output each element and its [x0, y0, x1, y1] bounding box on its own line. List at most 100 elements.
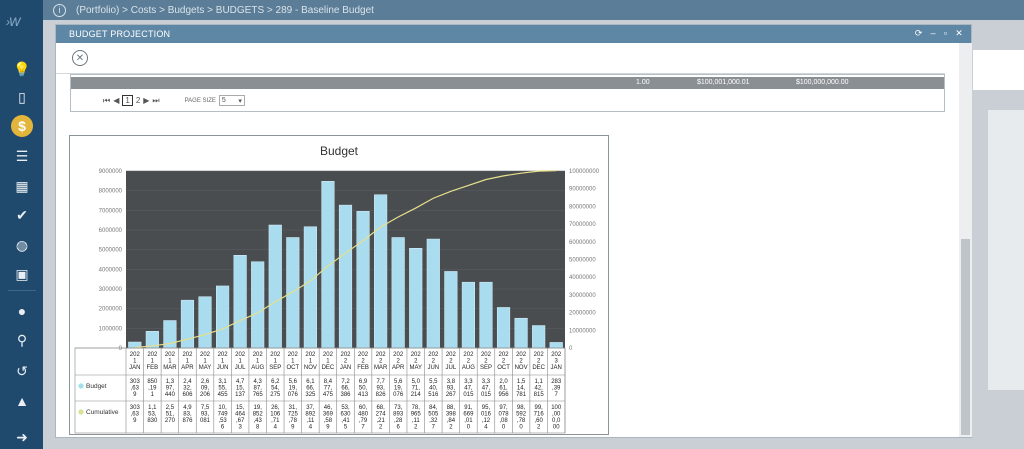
- table-cell: 8,4 77, 475: [323, 379, 334, 398]
- logo-icon[interactable]: ›W: [6, 15, 20, 29]
- bar: [268, 224, 282, 349]
- x-tick-label: 202 1 FEB: [147, 352, 159, 371]
- close-window-icon[interactable]: ✕: [955, 28, 963, 39]
- table-cell: 99, 716,60 2: [534, 405, 545, 431]
- scrollbar-thumb[interactable]: [961, 239, 970, 435]
- table-cell: 98, 592,78 0: [516, 405, 527, 431]
- x-tick-label: 202 2 APR: [392, 352, 405, 371]
- x-tick-label: 202 2 SEP: [480, 352, 492, 371]
- next-page-icon[interactable]: ▶: [143, 96, 149, 105]
- first-page-icon[interactable]: ⏮: [103, 96, 110, 106]
- sidebar-divider: [8, 290, 36, 291]
- budget-projection-dialog: BUDGET PROJECTION ⟳ – ▫ ✕ ✕ 1.00 $100,00…: [55, 24, 972, 438]
- legend-label: Cumulative: [86, 409, 119, 416]
- table-cell: 1,3 97, 440: [165, 379, 176, 398]
- last-page-icon[interactable]: ⏭: [152, 96, 159, 106]
- table-cell: 4,3 87, 765: [253, 379, 264, 398]
- page-size-label: PAGE SIZE: [184, 97, 216, 104]
- x-tick-label: 202 1 JUN: [217, 352, 229, 371]
- page-size-select[interactable]: 5 ▾: [218, 95, 245, 106]
- table-cell: 60, 480,79 7: [358, 405, 369, 431]
- x-tick-label: 202 2 AUG: [462, 352, 475, 371]
- table-cell: 4,9 83, 876: [182, 405, 193, 424]
- table-cell: 68, 274,21 2: [376, 405, 387, 431]
- building-icon[interactable]: ▦: [11, 175, 33, 197]
- table-cell: 5,6 19, 076: [288, 379, 299, 398]
- x-tick-label: 202 1 JUL: [235, 352, 246, 371]
- bar: [461, 281, 475, 349]
- table-cell: 283,39 7: [551, 379, 562, 398]
- sidebar: ›W 💡 ▯ $ ☰ ▦ ✔ ◍ ▣ ● ⚲ ↺ ▲ ➜: [0, 0, 43, 449]
- y-right-tick: 30000000: [569, 293, 596, 299]
- document-icon[interactable]: ▯: [11, 86, 33, 108]
- page-1[interactable]: 1: [122, 95, 133, 106]
- chart-svg: 0 1000000 2000000 3000000 4000000 5000000 6000…: [74, 169, 600, 434]
- info-icon[interactable]: i: [53, 3, 66, 17]
- x-tick-label: 202 1 NOV: [304, 352, 317, 371]
- close-circle-icon[interactable]: ✕: [72, 50, 88, 66]
- table-cell: 53, 630,41 5: [340, 405, 351, 431]
- dialog-title: BUDGET PROJECTION: [69, 29, 171, 39]
- table-cell: 7,5 93, 081: [200, 405, 211, 424]
- x-tick-label: 202 2 OCT: [497, 352, 510, 371]
- breadcrumb-bar: i (Portfolio) > Costs > Budgets > BUDGET…: [43, 0, 1024, 20]
- table-cell: 1,5 14, 781: [516, 379, 527, 398]
- table-cell: 2,6 09, 206: [200, 379, 211, 398]
- chevron-down-icon: ▾: [238, 97, 242, 105]
- briefcase-icon[interactable]: ▣: [11, 263, 33, 285]
- y-left-tick: 5000000: [99, 248, 123, 254]
- lightbulb-icon[interactable]: 💡: [11, 58, 33, 80]
- dialog-scrollbar[interactable]: [959, 43, 972, 437]
- bar: [356, 211, 370, 349]
- table-cell: 95, 016,12 4: [481, 405, 492, 431]
- table-cell: 303,63 9: [130, 379, 141, 398]
- table-cell: 97, 078,08 0: [499, 405, 510, 431]
- table-cell: 1,1 53, 830: [147, 405, 158, 424]
- globe-icon[interactable]: ◍: [11, 234, 33, 256]
- x-tick-label: 202 2 JUL: [446, 352, 457, 371]
- total-quantity: 1.00: [636, 79, 650, 86]
- table-cell: 4,7 15, 137: [235, 379, 246, 398]
- budget-grid: 1.00 $100,001,000.01 $100,000,000.00 ⏮ ◀…: [70, 74, 945, 112]
- totals-row: 1.00 $100,001,000.01 $100,000,000.00: [71, 77, 944, 89]
- bar: [444, 271, 458, 349]
- x-tick-label: 202 2 MAY: [409, 352, 422, 371]
- graduation-icon[interactable]: ▲: [11, 390, 33, 412]
- y-right-tick: 90000000: [569, 187, 596, 193]
- table-cell: 5,5 40, 516: [428, 379, 439, 398]
- y-right-tick: 70000000: [569, 222, 596, 228]
- history-icon[interactable]: ↺: [11, 360, 33, 382]
- bar: [321, 181, 335, 349]
- x-tick-label: 202 1 SEP: [269, 352, 281, 371]
- table-cell: 2,5 51, 270: [165, 405, 176, 424]
- bar: [303, 226, 317, 349]
- refresh-icon[interactable]: ⟳: [915, 28, 923, 39]
- bar: [532, 325, 546, 349]
- check-icon[interactable]: ✔: [11, 204, 33, 226]
- search-icon[interactable]: ⚲: [11, 329, 33, 351]
- bar: [514, 317, 528, 349]
- page-size-value: 5: [221, 97, 226, 104]
- background-panel: [973, 50, 1024, 90]
- prev-page-icon[interactable]: ◀: [113, 96, 119, 105]
- bar: [496, 307, 511, 349]
- y-left-tick: 9000000: [99, 169, 123, 175]
- y-left-tick: 0: [119, 346, 123, 352]
- maximize-icon[interactable]: ▫: [944, 28, 947, 39]
- table-cell: 26, 106,71 4: [270, 405, 281, 431]
- table-cell: 88, 398,84 2: [446, 405, 457, 431]
- mic-icon[interactable]: ●: [11, 300, 33, 322]
- breadcrumb[interactable]: (Portfolio) > Costs > Budgets > BUDGETS …: [76, 5, 374, 16]
- y-left-tick: 2000000: [99, 307, 123, 313]
- x-tick-label: 202 2 NOV: [515, 352, 528, 371]
- page-2[interactable]: 2: [136, 96, 140, 105]
- dollar-icon[interactable]: $: [11, 115, 33, 137]
- logout-icon[interactable]: ➜: [11, 426, 33, 448]
- table-cell: 73, 893,28 6: [393, 405, 404, 431]
- table-cell: 7,7 93, 826: [376, 379, 387, 398]
- bar: [198, 296, 212, 349]
- bars-icon[interactable]: ☰: [11, 145, 33, 167]
- minimize-icon[interactable]: –: [931, 28, 936, 39]
- y-left-tick: 4000000: [99, 267, 123, 273]
- bar: [426, 238, 440, 349]
